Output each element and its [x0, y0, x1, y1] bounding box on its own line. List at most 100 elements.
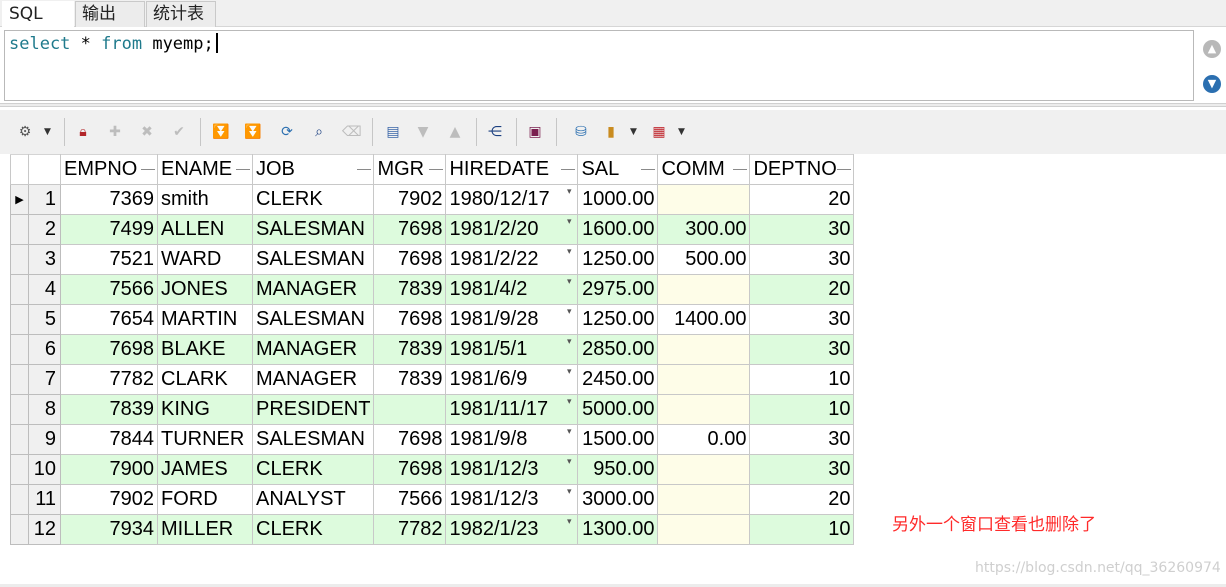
cell-empno[interactable]: 7566: [60, 274, 158, 305]
cell-comm[interactable]: 500.00: [657, 244, 751, 275]
cell-sal[interactable]: 1250.00: [577, 244, 659, 275]
cell-mgr[interactable]: 7566: [373, 484, 447, 515]
column-header-empno[interactable]: EMPNO: [60, 154, 158, 185]
cell-ename[interactable]: smith: [157, 184, 253, 215]
cell-hiredate[interactable]: 1981/5/1 ▾: [445, 334, 579, 365]
row-number[interactable]: 6: [28, 334, 61, 365]
row-number[interactable]: 5: [28, 304, 61, 335]
cell-comm[interactable]: 300.00: [657, 214, 751, 245]
cell-ename[interactable]: MARTIN: [157, 304, 253, 335]
date-picker-icon[interactable]: ▾: [567, 396, 572, 407]
table-row[interactable]: 12 7934 MILLER CLERK 7782 1982/1/23 ▾ 1300.00 10: [10, 514, 855, 545]
table-row[interactable]: 9 7844 TURNER SALESMAN 7698 1981/9/8 ▾ 1500.00 0…: [10, 424, 855, 455]
cell-sal[interactable]: 950.00: [577, 454, 659, 485]
column-header-ename[interactable]: ENAME: [157, 154, 253, 185]
splitter[interactable]: [0, 103, 1226, 107]
table-row[interactable]: 7 7782 CLARK MANAGER 7839 1981/6/9 ▾ 2450.00 10: [10, 364, 855, 395]
cell-ename[interactable]: BLAKE: [157, 334, 253, 365]
date-picker-icon[interactable]: ▾: [567, 486, 572, 497]
cell-deptno[interactable]: 30: [749, 244, 855, 275]
scroll-up-icon[interactable]: ▲: [1203, 40, 1221, 58]
lock-icon[interactable]: 🔒︎: [74, 123, 92, 141]
cell-comm[interactable]: [657, 454, 751, 485]
cell-ename[interactable]: CLARK: [157, 364, 253, 395]
result-grid[interactable]: EMPNO ENAME JOB MGR HIREDATE SAL COMM DE…: [10, 154, 855, 545]
date-picker-icon[interactable]: ▾: [567, 246, 572, 257]
chevron-down-icon[interactable]: ▼: [44, 123, 51, 141]
cell-comm[interactable]: [657, 274, 751, 305]
date-picker-icon[interactable]: ▾: [567, 426, 572, 437]
row-indicator[interactable]: [10, 244, 29, 275]
cell-deptno[interactable]: 20: [749, 274, 855, 305]
cell-deptno[interactable]: 20: [749, 484, 855, 515]
cell-ename[interactable]: JAMES: [157, 454, 253, 485]
save-icon[interactable]: ▣: [526, 123, 544, 141]
column-header-job[interactable]: JOB: [251, 154, 375, 185]
query-properties-icon[interactable]: ⛁: [572, 123, 590, 141]
scroll-down-icon[interactable]: ▼: [1203, 75, 1221, 93]
row-number[interactable]: 8: [28, 394, 61, 425]
clear-icon[interactable]: ⌫: [342, 123, 362, 141]
cell-hiredate[interactable]: 1981/12/3 ▾: [445, 484, 579, 515]
cell-ename[interactable]: ALLEN: [157, 214, 253, 245]
cell-job[interactable]: MANAGER: [251, 274, 375, 305]
cell-comm[interactable]: 1400.00: [657, 304, 751, 335]
row-indicator[interactable]: ▶: [10, 184, 29, 215]
tab-sql[interactable]: SQL: [2, 1, 74, 27]
table-row[interactable]: 3 7521 WARD SALESMAN 7698 1981/2/22 ▾ 1250.00 50…: [10, 244, 855, 275]
cell-comm[interactable]: 0.00: [657, 424, 751, 455]
row-indicator[interactable]: [10, 334, 29, 365]
add-record-icon[interactable]: ✚: [106, 123, 124, 141]
cell-comm[interactable]: [657, 334, 751, 365]
row-number[interactable]: 3: [28, 244, 61, 275]
sort-desc-icon[interactable]: ▼: [414, 123, 432, 141]
export-tree-icon[interactable]: ⋲: [486, 123, 504, 141]
date-picker-icon[interactable]: ▾: [567, 336, 572, 347]
cell-sal[interactable]: 1250.00: [577, 304, 659, 335]
table-view-icon[interactable]: ▦: [650, 123, 668, 141]
filter-icon[interactable]: ▤: [384, 123, 402, 141]
row-number[interactable]: 4: [28, 274, 61, 305]
date-picker-icon[interactable]: ▾: [567, 456, 572, 467]
cell-comm[interactable]: [657, 484, 751, 515]
chevron-down-icon[interactable]: ▼: [678, 123, 685, 141]
column-header-hiredate[interactable]: HIREDATE: [445, 154, 579, 185]
cell-empno[interactable]: 7499: [60, 214, 158, 245]
row-number[interactable]: 2: [28, 214, 61, 245]
cell-job[interactable]: ANALYST: [251, 484, 375, 515]
cell-hiredate[interactable]: 1981/9/8 ▾: [445, 424, 579, 455]
sort-asc-icon[interactable]: ▲: [446, 123, 464, 141]
sql-editor[interactable]: select * from myemp;: [4, 30, 1194, 101]
cell-ename[interactable]: MILLER: [157, 514, 253, 545]
cell-deptno[interactable]: 10: [749, 364, 855, 395]
date-picker-icon[interactable]: ▾: [567, 186, 572, 197]
cell-empno[interactable]: 7900: [60, 454, 158, 485]
row-indicator[interactable]: [10, 364, 29, 395]
table-row[interactable]: 8 7839 KING PRESIDENT 1981/11/17 ▾ 5000.00 10: [10, 394, 855, 425]
cell-empno[interactable]: 7521: [60, 244, 158, 275]
cell-comm[interactable]: [657, 514, 751, 545]
table-row[interactable]: 11 7902 FORD ANALYST 7566 1981/12/3 ▾ 3000.00 20: [10, 484, 855, 515]
cell-ename[interactable]: FORD: [157, 484, 253, 515]
cell-job[interactable]: CLERK: [251, 184, 375, 215]
row-number[interactable]: 12: [28, 514, 61, 545]
table-row[interactable]: ▶ 1 7369 smith CLERK 7902 1980/12/17 ▾ 1000.00 20: [10, 184, 855, 215]
cell-deptno[interactable]: 20: [749, 184, 855, 215]
table-row[interactable]: 10 7900 JAMES CLERK 7698 1981/12/3 ▾ 950.00 30: [10, 454, 855, 485]
cell-sal[interactable]: 5000.00: [577, 394, 659, 425]
cell-comm[interactable]: [657, 184, 751, 215]
row-indicator[interactable]: [10, 304, 29, 335]
cell-empno[interactable]: 7782: [60, 364, 158, 395]
cell-sal[interactable]: 1500.00: [577, 424, 659, 455]
cell-empno[interactable]: 7844: [60, 424, 158, 455]
row-number[interactable]: 9: [28, 424, 61, 455]
row-indicator[interactable]: [10, 394, 29, 425]
table-row[interactable]: 6 7698 BLAKE MANAGER 7839 1981/5/1 ▾ 2850.00 30: [10, 334, 855, 365]
cell-job[interactable]: MANAGER: [251, 364, 375, 395]
table-row[interactable]: 2 7499 ALLEN SALESMAN 7698 1981/2/20 ▾ 1600.00 3…: [10, 214, 855, 245]
cell-sal[interactable]: 1300.00: [577, 514, 659, 545]
cell-hiredate[interactable]: 1981/6/9 ▾: [445, 364, 579, 395]
row-indicator[interactable]: [10, 424, 29, 455]
column-header-sal[interactable]: SAL: [577, 154, 659, 185]
cell-empno[interactable]: 7934: [60, 514, 158, 545]
